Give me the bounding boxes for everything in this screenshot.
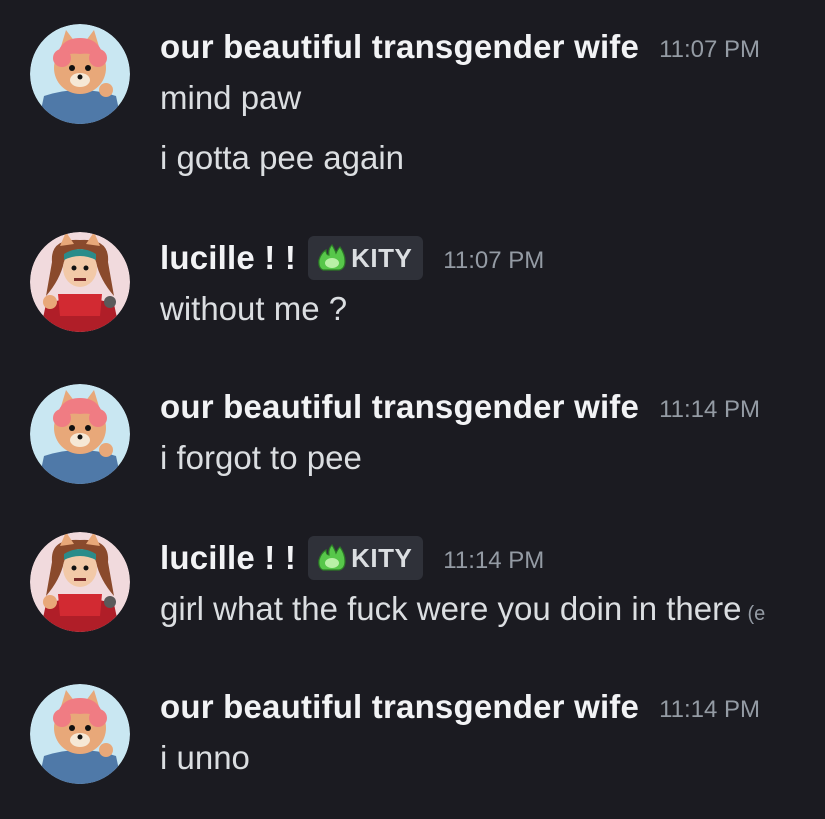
username[interactable]: lucille ! ! [160,239,296,277]
role-tag-label: KITY [351,242,413,273]
message-header: our beautiful transgender wife 11:14 PM [160,684,760,730]
message-text: i gotta pee again [160,139,405,176]
timestamp[interactable]: 11:14 PM [659,696,760,724]
green-flame-icon [318,544,346,571]
avatar[interactable] [30,684,130,784]
role-tag[interactable]: KITY [308,236,424,280]
username[interactable]: our beautiful transgender wife [160,388,639,426]
message-header: lucille ! ! KITY 11:14 PM [160,535,544,581]
message-text-content: girl what the fuck were you doin in ther… [160,590,742,627]
cat-girl-avatar-icon [30,532,130,632]
fox-avatar-icon [30,24,130,124]
avatar[interactable] [30,532,130,632]
message-header: our beautiful transgender wife 11:07 PM [160,24,760,70]
edited-marker: (e [747,603,766,625]
fox-avatar-icon [30,684,130,784]
timestamp[interactable]: 11:07 PM [659,36,760,64]
message-header: lucille ! ! KITY 11:07 PM [160,235,544,281]
fox-avatar-icon [30,384,130,484]
message-text: i forgot to pee [160,439,362,476]
avatar[interactable] [30,232,130,332]
role-tag-label: KITY [351,542,413,573]
message-text: without me ? [160,290,348,327]
avatar[interactable] [30,384,130,484]
timestamp[interactable]: 11:07 PM [443,247,544,275]
timestamp[interactable]: 11:14 PM [659,396,760,424]
username[interactable]: lucille ! ! [160,539,296,577]
green-flame-icon [318,244,346,271]
message-text: i unno [160,739,250,776]
timestamp[interactable]: 11:14 PM [443,547,544,575]
message-header: our beautiful transgender wife 11:14 PM [160,384,760,430]
username[interactable]: our beautiful transgender wife [160,28,639,66]
role-tag[interactable]: KITY [308,536,424,580]
chat-message-list: our beautiful transgender wife 11:07 PM … [0,0,825,819]
username[interactable]: our beautiful transgender wife [160,688,639,726]
message-text: girl what the fuck were you doin in ther… [160,589,765,634]
cat-girl-avatar-icon [30,232,130,332]
message-text: mind paw [160,79,302,116]
avatar[interactable] [30,24,130,124]
